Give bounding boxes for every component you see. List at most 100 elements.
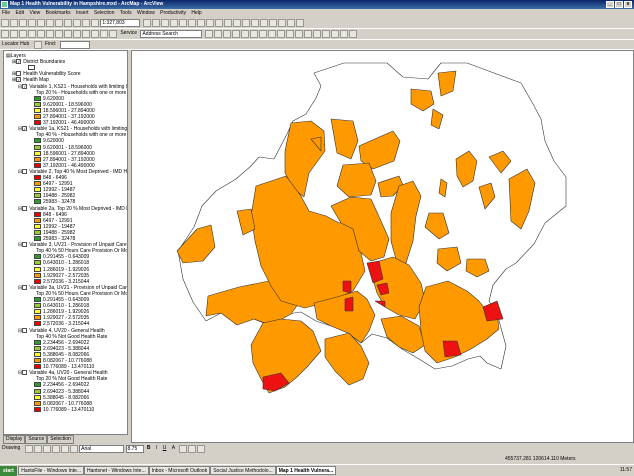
new-icon[interactable] (1, 19, 9, 27)
toc-legend-class[interactable]: 37.192001 - 46.490000 (34, 120, 95, 126)
toc-legend-class[interactable]: 0.643010 - 1.286018 (34, 303, 89, 309)
toc-variable-subtitle[interactable]: Top 20 % Not Good Health Rate (36, 376, 107, 382)
back-icon[interactable] (55, 30, 63, 38)
scale-bar-icon[interactable] (303, 30, 312, 38)
model-icon[interactable] (169, 19, 178, 27)
toc-legend-class[interactable]: 2.694023 - 5.388044 (34, 388, 89, 395)
open-icon[interactable] (10, 19, 18, 27)
layer-checkbox[interactable]: ✓ (16, 59, 22, 65)
toc-legend-class[interactable]: 9.620000 (34, 138, 64, 144)
menu-insert[interactable]: Insert (74, 10, 91, 16)
toc-legend-class[interactable]: 1.286019 - 1.929026 (34, 309, 89, 315)
tab-source[interactable]: Source (25, 435, 48, 444)
bold-button[interactable]: B (145, 444, 153, 453)
toc-legend-class[interactable]: 10.776089 - 13.470110 (34, 406, 94, 413)
full-extent-icon[interactable] (28, 30, 36, 38)
toc-legend-class[interactable]: 27.894001 - 37.192000 (34, 114, 95, 120)
select-pointer-icon[interactable] (24, 445, 33, 453)
toc-variable-subtitle[interactable]: Top 20 % 50 Hours Care Provision Or Mor (36, 291, 127, 297)
menu-selection[interactable]: Selection (92, 10, 117, 16)
zoom-in-icon[interactable] (1, 30, 9, 38)
taskbar-button[interactable]: Social Justice Methodolo... (210, 466, 276, 475)
toc-legend-class[interactable]: 9.620001 - 18.596000 (34, 144, 92, 151)
flag-icon[interactable] (109, 30, 117, 38)
fixed-zoom-in-icon[interactable] (37, 30, 45, 38)
cut-icon[interactable] (37, 19, 45, 27)
variable-checkbox[interactable]: ✓ (22, 83, 28, 89)
toc-legend-class[interactable]: 848 - 6496 (34, 211, 67, 218)
toc-layer-2[interactable]: ⊞✓ Health Map (12, 77, 49, 83)
drawing-menu[interactable]: Drawing (0, 444, 22, 453)
measure-icon[interactable] (214, 19, 223, 27)
locator-hub-label[interactable]: Locator Hub (0, 40, 31, 49)
redo-icon[interactable] (82, 19, 90, 27)
zoom-out-icon[interactable] (10, 30, 18, 38)
zoom-layer-icon[interactable] (222, 30, 231, 38)
swipe-icon[interactable] (277, 19, 286, 27)
toc-legend-class[interactable]: 5.388045 - 8.082066 (34, 394, 89, 401)
identify-icon[interactable] (187, 19, 196, 27)
arctoolbox-icon[interactable] (151, 19, 160, 27)
fill-color-icon[interactable] (179, 445, 188, 453)
toc-legend-class[interactable]: 6497 - 12991 (34, 217, 72, 224)
text-tool-icon[interactable] (60, 445, 69, 453)
toc-legend-class[interactable]: 5.388045 - 8.082066 (34, 351, 89, 358)
layer-icon[interactable] (213, 30, 222, 38)
menu-help[interactable]: Help (189, 10, 203, 16)
menu-view[interactable]: View (27, 10, 42, 16)
font-name-dropdown[interactable]: Arial (79, 445, 125, 453)
time-slider-icon[interactable] (241, 19, 250, 27)
toc-variable-4[interactable]: ⊟ Variable 3, UV21 - Provision of Unpaid … (18, 242, 127, 248)
menu-edit[interactable]: Edit (13, 10, 26, 16)
toc-variable-subtitle[interactable]: Top 40 % - Households with one or more (36, 132, 126, 138)
taskbar-button[interactable]: Inbox - Microsoft Outlook (148, 466, 211, 475)
toc-variable-6[interactable]: ⊟ Variable 4, UV20 - General Health (18, 327, 105, 334)
toc-layer-1[interactable]: ⊞ Health Vulnerability Score (12, 71, 81, 77)
font-color-button[interactable]: A (170, 444, 177, 453)
toc-legend-class[interactable]: 2.234456 - 2.694022 (34, 339, 89, 346)
ward-polygon-red[interactable] (344, 296, 354, 312)
toc-variable-3[interactable]: ⊟ Variable 2a, Top 20 % Most Deprived - I… (18, 205, 127, 212)
toc-legend-class[interactable]: 27.894001 - 37.192000 (34, 156, 95, 163)
toc-legend-class[interactable]: 12992 - 19487 (34, 223, 75, 230)
rotate-icon[interactable] (33, 445, 42, 453)
html-popup-icon[interactable] (205, 19, 214, 27)
marker-color-icon[interactable] (197, 445, 206, 453)
toc-layer-0[interactable]: ⊞✓ District Boundaries (12, 59, 65, 65)
info-icon[interactable] (100, 30, 108, 38)
toc-legend-class[interactable]: 2.572036 - 3.215044 (34, 321, 89, 327)
overview-icon[interactable] (259, 19, 268, 27)
find-icon[interactable] (223, 19, 232, 27)
select-features-icon[interactable] (73, 30, 81, 38)
taskbar-button[interactable]: HantsFile - Windows Inte... (18, 466, 84, 475)
paste-icon[interactable] (55, 19, 63, 27)
toc-legend-class[interactable]: 37.192001 - 46.490000 (34, 162, 95, 169)
select-elements-icon[interactable] (91, 30, 99, 38)
python-icon[interactable] (160, 19, 169, 27)
toc-legend-class[interactable]: 10.776089 - 13.470110 (34, 364, 94, 370)
toc-legend-class[interactable]: 12992 - 19487 (34, 187, 75, 193)
maximize-button[interactable]: □ (615, 1, 623, 8)
toc-variable-subtitle[interactable]: Top 20 % - Households with one or more (36, 90, 126, 96)
search-go-icon[interactable] (204, 30, 213, 38)
toc-legend-class[interactable]: 2.572036 - 3.215044 (34, 278, 89, 285)
grid-icon[interactable] (258, 30, 267, 38)
map-scale-input[interactable]: 1:327,803 (100, 19, 141, 27)
delete-icon[interactable] (64, 19, 72, 27)
go-to-xy-icon[interactable] (232, 19, 241, 27)
minimize-button[interactable]: _ (606, 1, 614, 8)
toc-variable-0[interactable]: ⊟✓ Variable 1, KS21 - Households with lim… (18, 83, 127, 90)
menu-window[interactable]: Window (135, 10, 157, 16)
toc-variable-subtitle[interactable]: Top 40 % Not Good Health Rate (36, 334, 107, 340)
toc-legend-class[interactable]: 25983 - 32478 (34, 199, 75, 205)
legend-icon[interactable] (312, 30, 321, 38)
toc-legend-class[interactable]: 18.596001 - 27.894000 (34, 107, 95, 114)
line-color-icon[interactable] (188, 445, 197, 453)
toc-legend-class[interactable]: 8.082067 - 10.776088 (34, 400, 92, 407)
report-icon[interactable] (285, 30, 294, 38)
toc-variable-subtitle[interactable]: Top 40 % 50 Hours Care Provision Or Mor (36, 248, 127, 254)
tab-display[interactable]: Display (3, 435, 26, 444)
save-icon[interactable] (19, 19, 27, 27)
fixed-zoom-out-icon[interactable] (46, 30, 54, 38)
viewer-icon[interactable] (250, 19, 259, 27)
